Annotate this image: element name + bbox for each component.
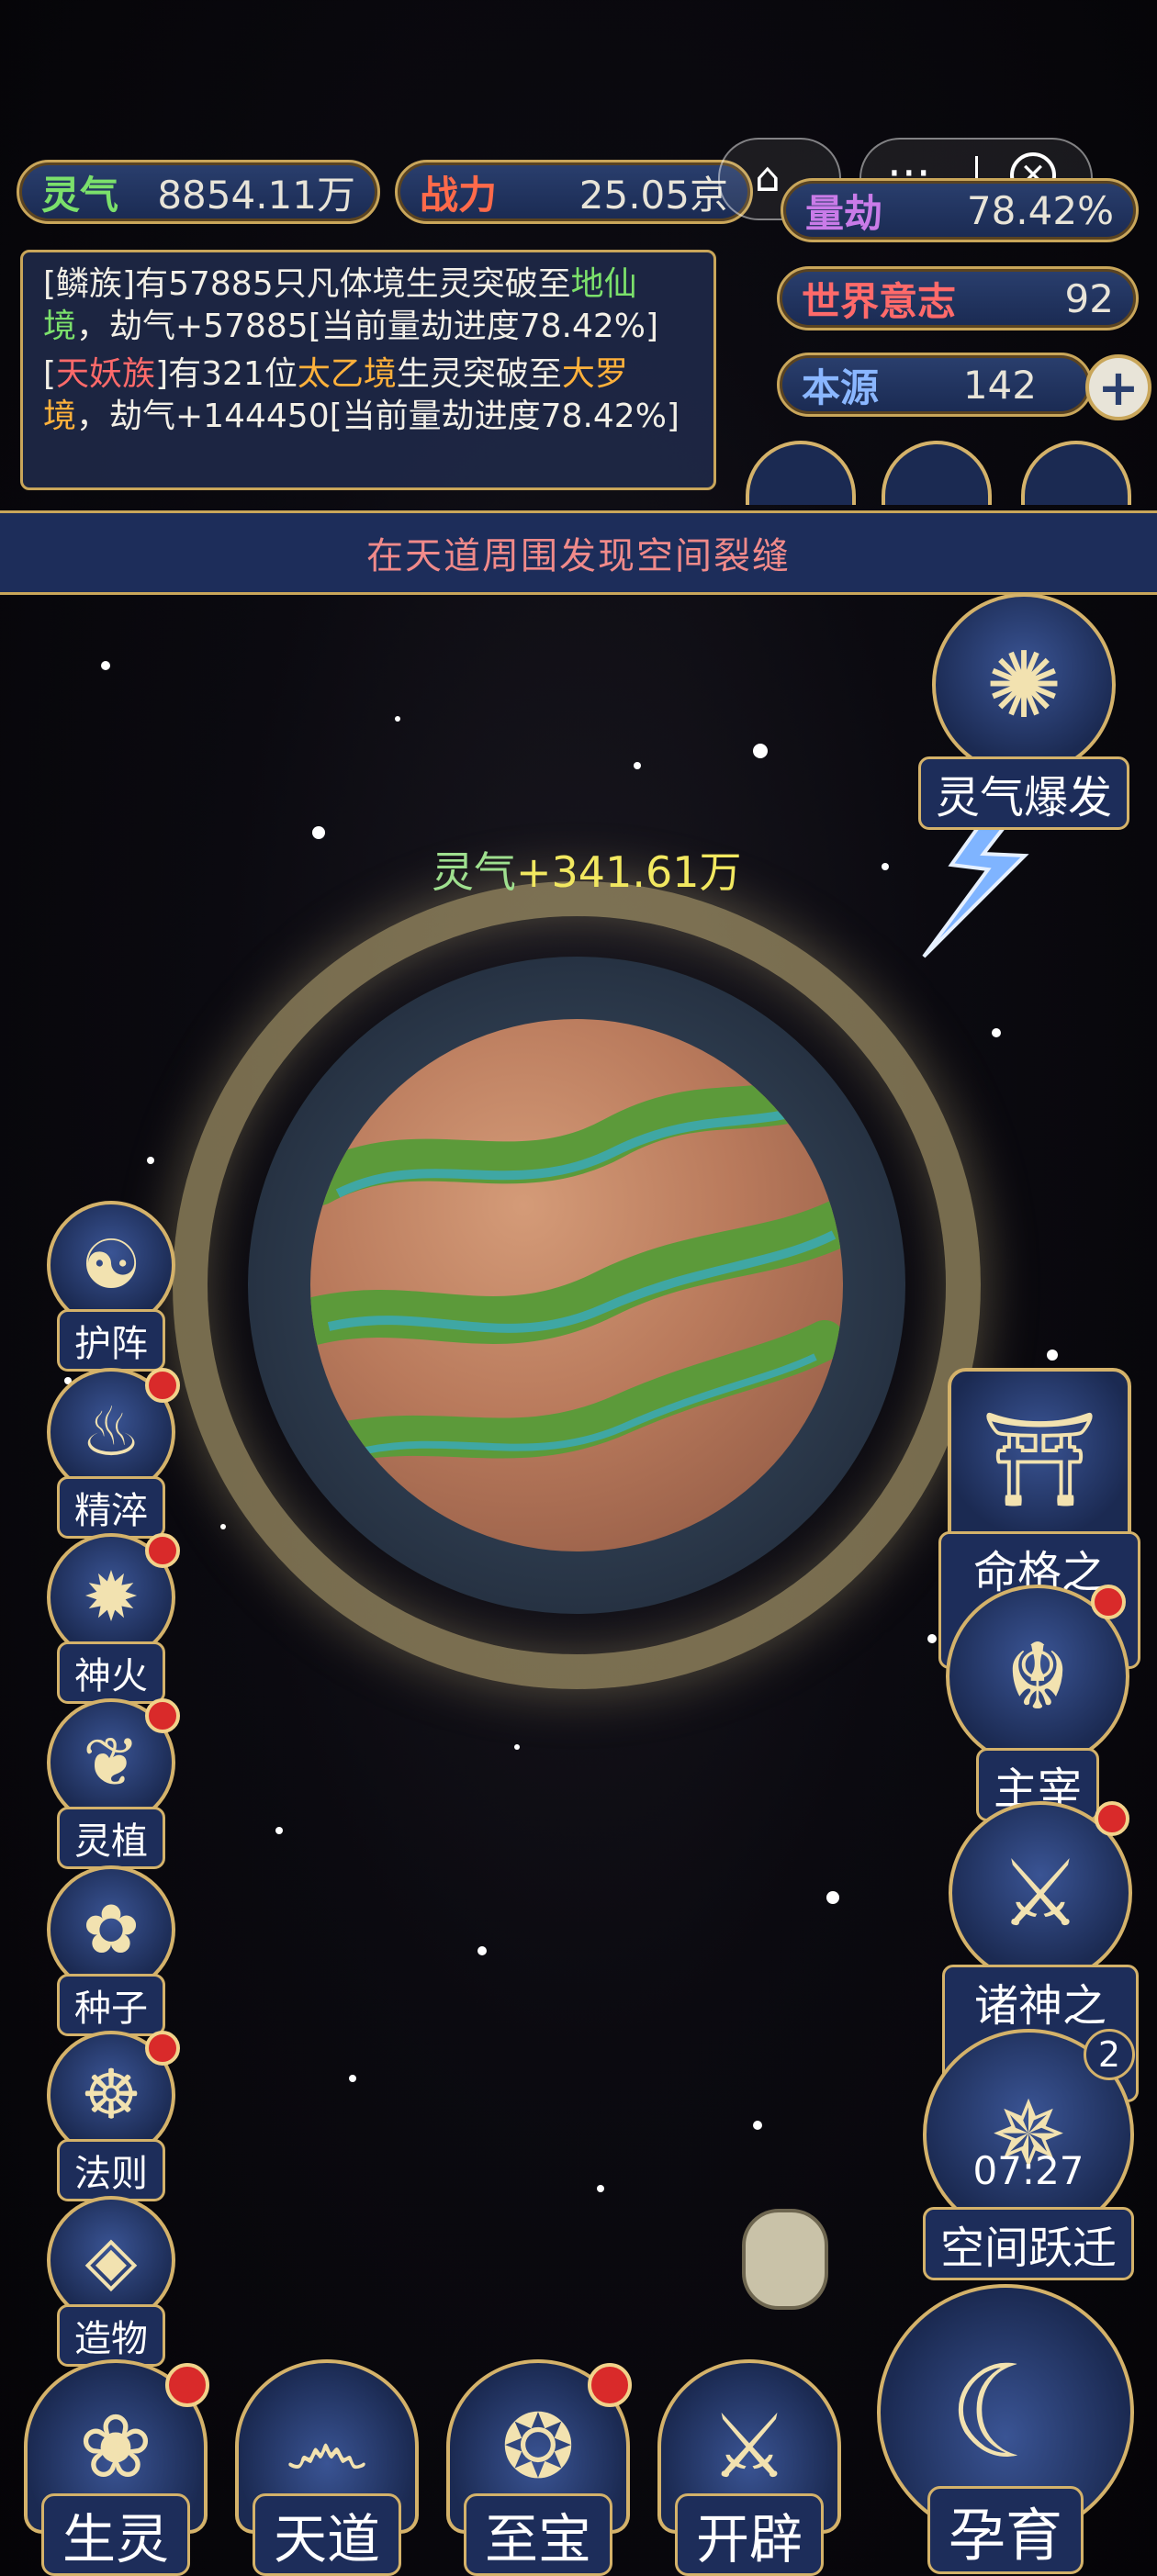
world-planet[interactable] [310, 1019, 843, 1551]
master-button[interactable]: ☬ 主宰 [946, 1585, 1129, 1821]
btn-label: 造物 [57, 2304, 165, 2367]
small-menu-button-2[interactable] [882, 441, 992, 505]
event-log: [鳞族]有57885只凡体境生灵突破至地仙境，劫气+57885[当前量劫进度78… [20, 250, 716, 490]
small-menu-button-3[interactable] [1021, 441, 1131, 505]
btn-label: 种子 [57, 1974, 165, 2036]
space-jump-timer: 07:27 [972, 2148, 1084, 2193]
notification-dot [1095, 1801, 1129, 1836]
nav-label: 至宝 [463, 2493, 612, 2576]
small-menu-button-1[interactable] [746, 441, 856, 505]
btn-label: 空间跃迁 [922, 2207, 1134, 2280]
lingqi-burst-button[interactable]: ✺ 灵气爆发 [909, 593, 1139, 830]
relic-stone-icon[interactable] [742, 2209, 828, 2310]
btn-label: 法则 [57, 2139, 165, 2201]
left-btn-zhongzi[interactable]: ✿ 种子 [42, 1865, 180, 2036]
log-text: ]有321位 [155, 355, 298, 393]
log-text: ，劫气+57885[当前量劫进度78.42%] [76, 308, 659, 345]
notification-dot [165, 2363, 209, 2407]
banner-text: 在天道周围发现空间裂缝 [366, 535, 791, 577]
btn-label: 灵气爆发 [917, 756, 1129, 830]
btn-label: 精淬 [57, 1476, 165, 1539]
btn-label: 神火 [57, 1641, 165, 1704]
log-realm: 太乙境 [297, 355, 397, 393]
zhanli-label: 战力 [420, 172, 498, 218]
log-text: [ [43, 355, 57, 393]
left-btn-jingcui[interactable]: ♨ 精淬 [42, 1368, 180, 1539]
home-icon[interactable]: ⌂ [755, 154, 781, 201]
lingqi-gain-popup: 灵气+341.61万 [432, 839, 742, 900]
notification-dot [145, 1533, 180, 1568]
notification-dot [588, 2363, 632, 2407]
left-btn-lingzhi[interactable]: ❦ 灵植 [42, 1698, 180, 1869]
log-clan: 天妖族 [56, 355, 156, 393]
zhanli-value: 25.05京 [578, 172, 728, 218]
planet-vegetation-icon [310, 1071, 843, 1462]
origin-stat: 本源 142 [777, 353, 1093, 417]
zhanli-stat: 战力 25.05京 [395, 160, 753, 224]
btn-label: 护阵 [57, 1309, 165, 1372]
left-btn-faze[interactable]: ☸ 法则 [42, 2031, 180, 2201]
log-entry-1: [鳞族]有57885只凡体境生灵突破至地仙境，劫气+57885[当前量劫进度78… [43, 263, 693, 348]
nav-label: 生灵 [40, 2493, 190, 2576]
liangjie-stat: 量劫 78.42% [781, 178, 1139, 242]
gate-icon: ⛩ [948, 1368, 1131, 1551]
left-btn-huzhen[interactable]: ☯ 护阵 [42, 1201, 180, 1372]
burst-star-icon: ✺ [932, 593, 1116, 777]
log-entry-2: [天妖族]有321位太乙境生灵突破至大罗境，劫气+144450[当前量劫进度78… [43, 353, 693, 438]
left-btn-shenhuo[interactable]: ✹ 神火 [42, 1533, 180, 1704]
btn-label: 灵植 [57, 1807, 165, 1869]
nav-label: 开辟 [674, 2493, 824, 2576]
world-will-stat: 世界意志 92 [777, 266, 1139, 330]
liangjie-value: 78.42% [966, 187, 1114, 233]
nav-kaipi[interactable]: ⚔ 开辟 [648, 2359, 850, 2576]
lingqi-value: 8854.11万 [157, 172, 355, 218]
notification-dot [145, 1368, 180, 1403]
log-text: [鳞族]有57885只凡体境生灵突破至 [43, 265, 571, 303]
left-btn-zaowu[interactable]: ◈ 造物 [42, 2196, 180, 2367]
space-jump-badge: 2 [1084, 2029, 1135, 2080]
nav-tiandao[interactable]: ෴ 天道 [226, 2359, 428, 2576]
liangjie-label: 量劫 [805, 190, 883, 236]
world-will-value: 92 [1064, 275, 1114, 321]
space-jump-button[interactable]: ✵ 07:27 空间跃迁 2 [918, 2029, 1139, 2280]
nav-zhibao[interactable]: ❂ 至宝 [437, 2359, 639, 2576]
nav-label: 天道 [252, 2493, 401, 2576]
origin-value: 142 [962, 362, 1037, 408]
gain-label: 灵气 [432, 847, 516, 897]
origin-add-button[interactable]: + [1085, 354, 1151, 420]
lingqi-label: 灵气 [41, 172, 119, 218]
world-will-label: 世界意志 [802, 278, 957, 324]
nav-label: 孕育 [927, 2486, 1084, 2574]
notification-dot [1091, 1585, 1126, 1619]
lingqi-stat: 灵气 8854.11万 [17, 160, 380, 224]
gain-value: +341.61万 [516, 847, 742, 897]
notification-dot [145, 1698, 180, 1733]
log-text: 生灵突破至 [396, 355, 562, 393]
notification-dot [145, 2031, 180, 2066]
log-text: ，劫气+144450[当前量劫进度78.42%] [76, 398, 680, 435]
origin-label: 本源 [802, 364, 880, 410]
event-banner: 在天道周围发现空间裂缝 [0, 510, 1157, 595]
nav-shengling[interactable]: ❀ 生灵 [15, 2359, 217, 2576]
nurture-button[interactable]: ☾ 孕育 [872, 2284, 1139, 2574]
